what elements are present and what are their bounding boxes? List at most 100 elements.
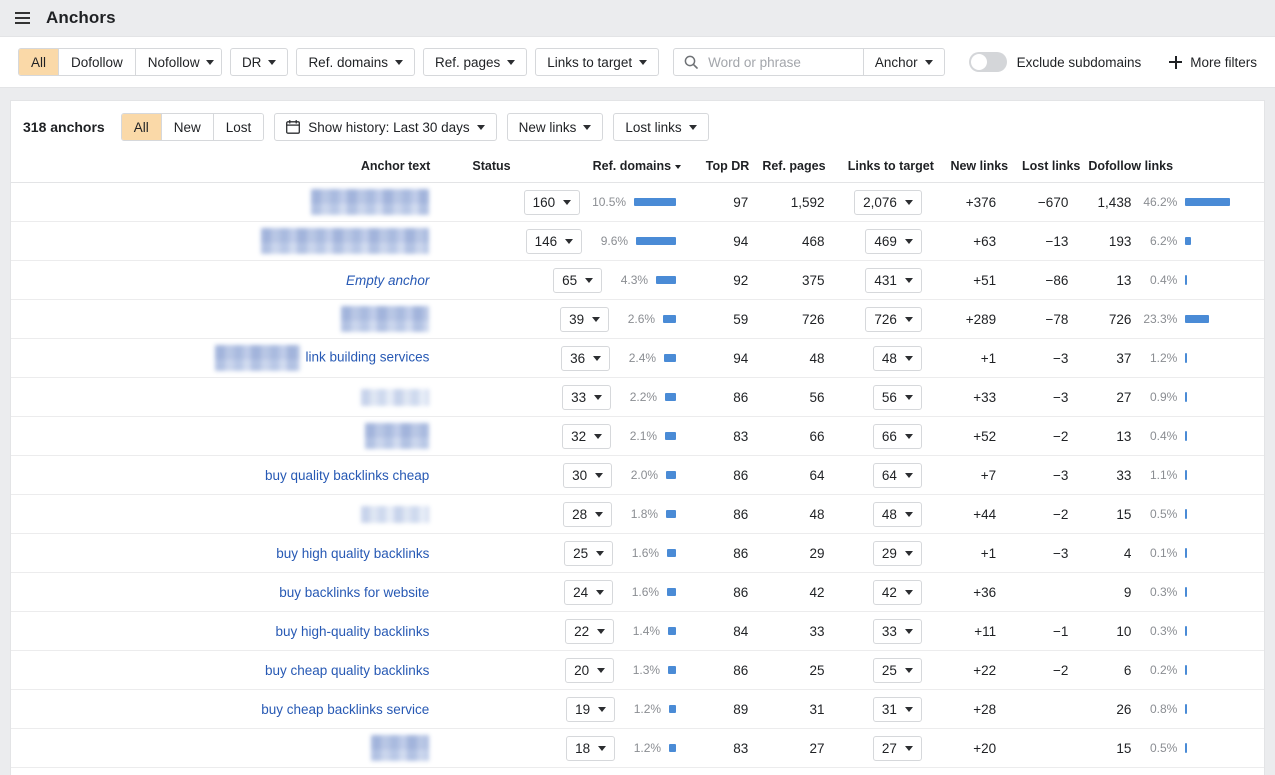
anchor-text-link[interactable]: buy backlinks for website (279, 585, 429, 600)
table-row[interactable]: Empty anchor654.3%92375431+51−86130.4% (11, 261, 1264, 300)
cell-dofollow-links: 60.2% (1080, 651, 1264, 690)
more-filters-button[interactable]: More filters (1169, 55, 1257, 70)
links-to-target-dropdown[interactable]: 726 (865, 307, 922, 332)
table-row[interactable]: 281.8%864848+44−2150.5% (11, 495, 1264, 534)
ref-domains-dropdown[interactable]: 25 (564, 541, 613, 566)
col-new-links[interactable]: New links (934, 153, 1008, 183)
links-to-target-dropdown[interactable]: 469 (865, 229, 922, 254)
filter-dofollow[interactable]: Dofollow (59, 49, 136, 75)
ref-domains-dropdown[interactable]: 22 (565, 619, 614, 644)
ref-domains-percent: 1.6% (621, 585, 659, 599)
ref-domains-percent: 10.5% (588, 195, 626, 209)
dofollow-links-bar (1185, 431, 1187, 441)
col-ref-pages[interactable]: Ref. pages (749, 153, 825, 183)
anchor-text-link[interactable]: buy quality backlinks cheap (265, 468, 429, 483)
col-anchor-text[interactable]: Anchor text (11, 153, 430, 183)
anchor-text-link[interactable]: buy cheap backlinks service (261, 702, 429, 717)
ref-domains-dropdown[interactable]: 33 (562, 385, 611, 410)
tab-lost[interactable]: Lost (214, 114, 264, 140)
filter-ref-pages[interactable]: Ref. pages (423, 48, 527, 76)
cell-links-to-target: 431 (826, 261, 934, 300)
ref-domains-percent: 1.8% (620, 507, 658, 521)
table-row[interactable]: 1469.6%94468469+63−131936.2% (11, 222, 1264, 261)
ref-domains-dropdown[interactable]: 20 (565, 658, 614, 683)
ref-domains-dropdown[interactable]: 30 (563, 463, 612, 488)
chevron-down-icon (925, 60, 933, 65)
table-row[interactable]: buy cheap backlinks service191.2%893131+… (11, 690, 1264, 729)
hamburger-icon[interactable] (8, 4, 36, 32)
links-to-target-dropdown[interactable]: 56 (873, 385, 922, 410)
table-row[interactable]: link building services362.4%944848+1−337… (11, 339, 1264, 378)
table-row[interactable]: 16010.5%971,5922,076+376−6701,43846.2% (11, 183, 1264, 222)
filter-dr[interactable]: DR (230, 48, 289, 76)
ref-domains-dropdown[interactable]: 146 (526, 229, 583, 254)
exclude-subdomains-toggle[interactable] (969, 52, 1007, 72)
links-to-target-dropdown[interactable]: 31 (873, 697, 922, 722)
ref-domains-dropdown[interactable]: 18 (566, 736, 615, 761)
ref-domains-dropdown[interactable]: 19 (566, 697, 615, 722)
table-row[interactable]: buy high quality backlinks251.6%862929+1… (11, 534, 1264, 573)
links-to-target-dropdown[interactable]: 64 (873, 463, 922, 488)
anchor-text-link[interactable]: buy cheap quality backlinks (265, 663, 429, 678)
ref-domains-dropdown[interactable]: 28 (563, 502, 612, 527)
ref-domains-value: 22 (574, 624, 589, 639)
col-lost-links[interactable]: Lost links (1008, 153, 1080, 183)
ref-domains-dropdown[interactable]: 24 (564, 580, 613, 605)
links-to-target-dropdown[interactable]: 48 (873, 502, 922, 527)
links-to-target-dropdown[interactable]: 29 (873, 541, 922, 566)
col-top-dr[interactable]: Top DR (681, 153, 749, 183)
show-history-button[interactable]: Show history: Last 30 days (274, 113, 496, 141)
links-to-target-dropdown[interactable]: 431 (865, 268, 922, 293)
table-row[interactable]: buy quality backlinks cheap302.0%866464+… (11, 456, 1264, 495)
table-row[interactable]: 332.2%865656+33−3270.9% (11, 378, 1264, 417)
dofollow-links-value: 26 (1089, 702, 1131, 717)
cell-ref-domains: 654.3% (511, 261, 682, 300)
ref-domains-dropdown[interactable]: 65 (553, 268, 602, 293)
filter-links-to-target[interactable]: Links to target (535, 48, 659, 76)
anchor-text-link[interactable]: buy high-quality backlinks (275, 624, 429, 639)
anchor-text-link[interactable]: Empty anchor (346, 273, 429, 288)
links-to-target-value: 2,076 (863, 195, 897, 210)
cell-anchor-text (11, 300, 430, 339)
table-row[interactable]: 181.2%832727+20150.5% (11, 729, 1264, 768)
col-links-to-target[interactable]: Links to target (826, 153, 934, 183)
table-row[interactable]: buy cheap quality backlinks201.3%862525+… (11, 651, 1264, 690)
table-row[interactable]: buy high-quality backlinks221.4%843333+1… (11, 612, 1264, 651)
links-to-target-dropdown[interactable]: 27 (873, 736, 922, 761)
col-dofollow-links[interactable]: Dofollow links (1080, 153, 1264, 183)
calendar-icon (286, 120, 300, 134)
table-row[interactable]: buy backlinks for website241.6%864242+36… (11, 573, 1264, 612)
ref-domains-value: 36 (570, 351, 585, 366)
links-to-target-dropdown[interactable]: 25 (873, 658, 922, 683)
cell-links-to-target: 2,076 (826, 183, 934, 222)
ref-domains-dropdown[interactable]: 32 (562, 424, 611, 449)
ref-domains-value: 28 (572, 507, 587, 522)
links-to-target-dropdown[interactable]: 2,076 (854, 190, 922, 215)
ref-domains-dropdown[interactable]: 39 (560, 307, 609, 332)
links-to-target-dropdown[interactable]: 66 (873, 424, 922, 449)
links-to-target-dropdown[interactable]: 48 (873, 346, 922, 371)
table-row[interactable]: 392.6%59726726+289−7872623.3% (11, 300, 1264, 339)
ref-domains-dropdown[interactable]: 36 (561, 346, 610, 371)
cell-top-dr: 86 (681, 534, 749, 573)
new-links-filter[interactable]: New links (507, 113, 604, 141)
links-to-target-dropdown[interactable]: 42 (873, 580, 922, 605)
col-status[interactable]: Status (430, 153, 510, 183)
col-ref-domains[interactable]: Ref. domains (511, 153, 682, 183)
search-input[interactable] (706, 54, 855, 71)
filter-ref-domains[interactable]: Ref. domains (296, 48, 415, 76)
cell-ref-domains: 191.2% (511, 690, 682, 729)
search-scope-selector[interactable]: Anchor (863, 49, 944, 75)
links-to-target-dropdown[interactable]: 33 (873, 619, 922, 644)
ref-domains-bar (667, 549, 676, 557)
table-row[interactable]: 322.1%836666+52−2130.4% (11, 417, 1264, 456)
ref-domains-dropdown[interactable]: 160 (524, 190, 581, 215)
ref-domains-bar (666, 471, 676, 479)
filter-all[interactable]: All (19, 49, 59, 75)
tab-new[interactable]: New (162, 114, 214, 140)
anchor-text-link[interactable]: link building services (306, 350, 430, 365)
lost-links-filter[interactable]: Lost links (613, 113, 708, 141)
filter-nofollow[interactable]: Nofollow (136, 49, 222, 75)
tab-all[interactable]: All (122, 114, 162, 140)
anchor-text-link[interactable]: buy high quality backlinks (276, 546, 429, 561)
